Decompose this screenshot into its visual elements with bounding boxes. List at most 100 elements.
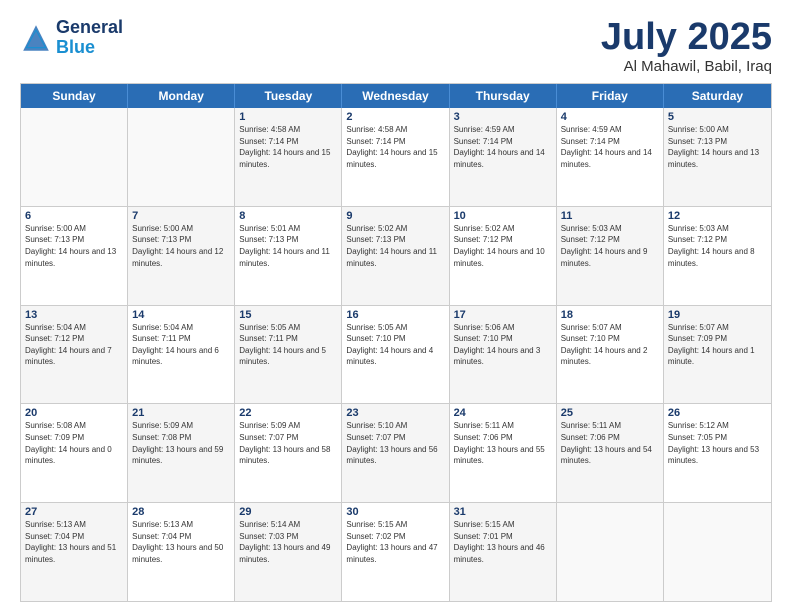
- day-info: Sunrise: 5:00 AMSunset: 7:13 PMDaylight:…: [132, 223, 230, 269]
- day-cell-31: 31Sunrise: 5:15 AMSunset: 7:01 PMDayligh…: [450, 503, 557, 601]
- day-number: 14: [132, 309, 230, 321]
- day-info: Sunrise: 5:12 AMSunset: 7:05 PMDaylight:…: [668, 420, 767, 466]
- day-cell-23: 23Sunrise: 5:10 AMSunset: 7:07 PMDayligh…: [342, 404, 449, 502]
- day-number: 5: [668, 111, 767, 123]
- day-info: Sunrise: 5:15 AMSunset: 7:02 PMDaylight:…: [346, 519, 444, 565]
- location-title: Al Mahawil, Babil, Iraq: [601, 58, 772, 75]
- day-info: Sunrise: 5:14 AMSunset: 7:03 PMDaylight:…: [239, 519, 337, 565]
- logo-text: GeneralBlue: [56, 18, 123, 58]
- header-day-thursday: Thursday: [450, 84, 557, 108]
- day-number: 11: [561, 210, 659, 222]
- day-cell-22: 22Sunrise: 5:09 AMSunset: 7:07 PMDayligh…: [235, 404, 342, 502]
- day-info: Sunrise: 5:09 AMSunset: 7:08 PMDaylight:…: [132, 420, 230, 466]
- day-cell-28: 28Sunrise: 5:13 AMSunset: 7:04 PMDayligh…: [128, 503, 235, 601]
- day-info: Sunrise: 5:09 AMSunset: 7:07 PMDaylight:…: [239, 420, 337, 466]
- day-cell-12: 12Sunrise: 5:03 AMSunset: 7:12 PMDayligh…: [664, 207, 771, 305]
- day-number: 23: [346, 407, 444, 419]
- day-cell-17: 17Sunrise: 5:06 AMSunset: 7:10 PMDayligh…: [450, 306, 557, 404]
- day-info: Sunrise: 5:10 AMSunset: 7:07 PMDaylight:…: [346, 420, 444, 466]
- day-info: Sunrise: 5:03 AMSunset: 7:12 PMDaylight:…: [561, 223, 659, 269]
- day-info: Sunrise: 5:07 AMSunset: 7:10 PMDaylight:…: [561, 322, 659, 368]
- day-cell-27: 27Sunrise: 5:13 AMSunset: 7:04 PMDayligh…: [21, 503, 128, 601]
- logo-icon: [20, 22, 52, 54]
- day-cell-14: 14Sunrise: 5:04 AMSunset: 7:11 PMDayligh…: [128, 306, 235, 404]
- day-number: 8: [239, 210, 337, 222]
- day-number: 3: [454, 111, 552, 123]
- day-cell-5: 5Sunrise: 5:00 AMSunset: 7:13 PMDaylight…: [664, 108, 771, 206]
- day-cell-7: 7Sunrise: 5:00 AMSunset: 7:13 PMDaylight…: [128, 207, 235, 305]
- day-number: 27: [25, 506, 123, 518]
- header-day-saturday: Saturday: [664, 84, 771, 108]
- day-cell-25: 25Sunrise: 5:11 AMSunset: 7:06 PMDayligh…: [557, 404, 664, 502]
- day-info: Sunrise: 5:04 AMSunset: 7:12 PMDaylight:…: [25, 322, 123, 368]
- day-number: 18: [561, 309, 659, 321]
- day-info: Sunrise: 5:03 AMSunset: 7:12 PMDaylight:…: [668, 223, 767, 269]
- month-title: July 2025: [601, 18, 772, 56]
- day-cell-3: 3Sunrise: 4:59 AMSunset: 7:14 PMDaylight…: [450, 108, 557, 206]
- day-cell-9: 9Sunrise: 5:02 AMSunset: 7:13 PMDaylight…: [342, 207, 449, 305]
- day-info: Sunrise: 4:58 AMSunset: 7:14 PMDaylight:…: [346, 124, 444, 170]
- day-cell-2: 2Sunrise: 4:58 AMSunset: 7:14 PMDaylight…: [342, 108, 449, 206]
- calendar-page: GeneralBlue July 2025 Al Mahawil, Babil,…: [0, 0, 792, 612]
- day-number: 9: [346, 210, 444, 222]
- day-number: 6: [25, 210, 123, 222]
- day-number: 17: [454, 309, 552, 321]
- day-cell-19: 19Sunrise: 5:07 AMSunset: 7:09 PMDayligh…: [664, 306, 771, 404]
- calendar-header: SundayMondayTuesdayWednesdayThursdayFrid…: [21, 84, 771, 108]
- day-number: 31: [454, 506, 552, 518]
- empty-cell: [664, 503, 771, 601]
- day-info: Sunrise: 5:05 AMSunset: 7:10 PMDaylight:…: [346, 322, 444, 368]
- day-number: 26: [668, 407, 767, 419]
- day-number: 7: [132, 210, 230, 222]
- day-info: Sunrise: 5:11 AMSunset: 7:06 PMDaylight:…: [561, 420, 659, 466]
- empty-cell: [21, 108, 128, 206]
- header-day-sunday: Sunday: [21, 84, 128, 108]
- day-cell-1: 1Sunrise: 4:58 AMSunset: 7:14 PMDaylight…: [235, 108, 342, 206]
- day-number: 4: [561, 111, 659, 123]
- calendar-row-1: 1Sunrise: 4:58 AMSunset: 7:14 PMDaylight…: [21, 108, 771, 206]
- day-cell-6: 6Sunrise: 5:00 AMSunset: 7:13 PMDaylight…: [21, 207, 128, 305]
- day-info: Sunrise: 5:07 AMSunset: 7:09 PMDaylight:…: [668, 322, 767, 368]
- day-cell-30: 30Sunrise: 5:15 AMSunset: 7:02 PMDayligh…: [342, 503, 449, 601]
- day-info: Sunrise: 4:59 AMSunset: 7:14 PMDaylight:…: [454, 124, 552, 170]
- day-number: 25: [561, 407, 659, 419]
- calendar: SundayMondayTuesdayWednesdayThursdayFrid…: [20, 83, 772, 602]
- day-number: 19: [668, 309, 767, 321]
- day-info: Sunrise: 5:02 AMSunset: 7:13 PMDaylight:…: [346, 223, 444, 269]
- day-number: 29: [239, 506, 337, 518]
- day-info: Sunrise: 5:06 AMSunset: 7:10 PMDaylight:…: [454, 322, 552, 368]
- day-info: Sunrise: 5:05 AMSunset: 7:11 PMDaylight:…: [239, 322, 337, 368]
- day-info: Sunrise: 5:01 AMSunset: 7:13 PMDaylight:…: [239, 223, 337, 269]
- day-number: 15: [239, 309, 337, 321]
- page-header: GeneralBlue July 2025 Al Mahawil, Babil,…: [20, 18, 772, 75]
- day-number: 28: [132, 506, 230, 518]
- day-cell-29: 29Sunrise: 5:14 AMSunset: 7:03 PMDayligh…: [235, 503, 342, 601]
- day-info: Sunrise: 5:15 AMSunset: 7:01 PMDaylight:…: [454, 519, 552, 565]
- day-info: Sunrise: 4:58 AMSunset: 7:14 PMDaylight:…: [239, 124, 337, 170]
- calendar-body: 1Sunrise: 4:58 AMSunset: 7:14 PMDaylight…: [21, 108, 771, 601]
- day-cell-24: 24Sunrise: 5:11 AMSunset: 7:06 PMDayligh…: [450, 404, 557, 502]
- empty-cell: [557, 503, 664, 601]
- day-cell-4: 4Sunrise: 4:59 AMSunset: 7:14 PMDaylight…: [557, 108, 664, 206]
- day-info: Sunrise: 5:13 AMSunset: 7:04 PMDaylight:…: [25, 519, 123, 565]
- day-cell-10: 10Sunrise: 5:02 AMSunset: 7:12 PMDayligh…: [450, 207, 557, 305]
- day-info: Sunrise: 5:04 AMSunset: 7:11 PMDaylight:…: [132, 322, 230, 368]
- calendar-row-4: 20Sunrise: 5:08 AMSunset: 7:09 PMDayligh…: [21, 403, 771, 502]
- title-block: July 2025 Al Mahawil, Babil, Iraq: [601, 18, 772, 75]
- day-cell-8: 8Sunrise: 5:01 AMSunset: 7:13 PMDaylight…: [235, 207, 342, 305]
- day-number: 21: [132, 407, 230, 419]
- day-info: Sunrise: 5:08 AMSunset: 7:09 PMDaylight:…: [25, 420, 123, 466]
- day-number: 22: [239, 407, 337, 419]
- calendar-row-3: 13Sunrise: 5:04 AMSunset: 7:12 PMDayligh…: [21, 305, 771, 404]
- day-number: 16: [346, 309, 444, 321]
- logo: GeneralBlue: [20, 18, 123, 58]
- day-cell-13: 13Sunrise: 5:04 AMSunset: 7:12 PMDayligh…: [21, 306, 128, 404]
- day-cell-21: 21Sunrise: 5:09 AMSunset: 7:08 PMDayligh…: [128, 404, 235, 502]
- header-day-monday: Monday: [128, 84, 235, 108]
- day-number: 2: [346, 111, 444, 123]
- day-cell-20: 20Sunrise: 5:08 AMSunset: 7:09 PMDayligh…: [21, 404, 128, 502]
- header-day-friday: Friday: [557, 84, 664, 108]
- day-info: Sunrise: 5:13 AMSunset: 7:04 PMDaylight:…: [132, 519, 230, 565]
- day-number: 24: [454, 407, 552, 419]
- calendar-row-5: 27Sunrise: 5:13 AMSunset: 7:04 PMDayligh…: [21, 502, 771, 601]
